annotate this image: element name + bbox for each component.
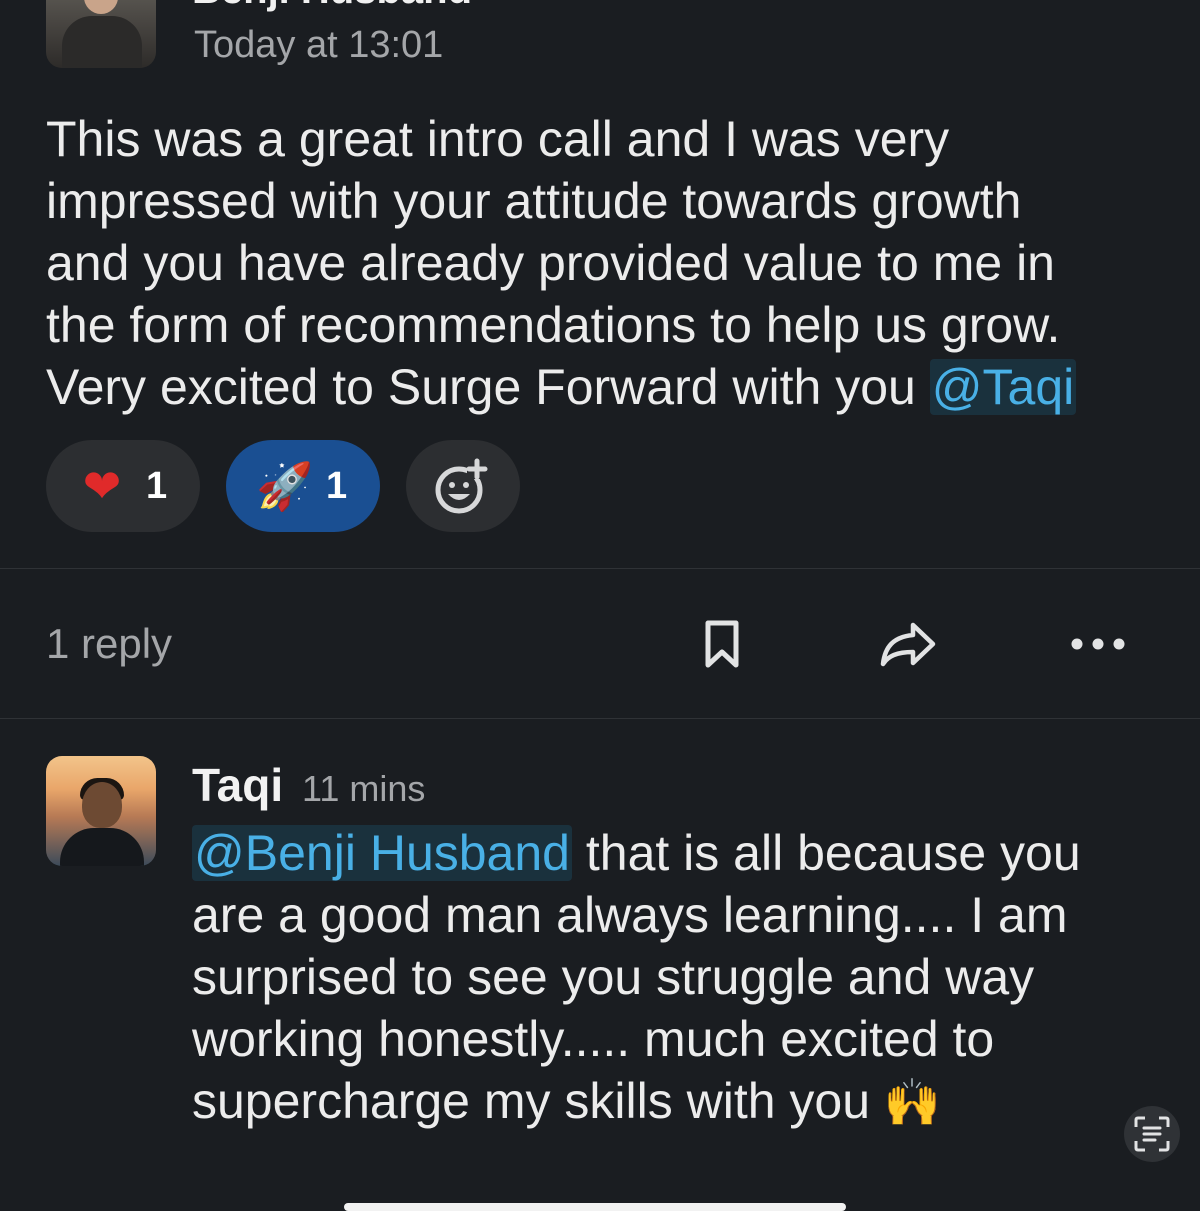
avatar-head bbox=[84, 0, 118, 14]
share-icon bbox=[880, 622, 936, 667]
heart-reaction-count: 1 bbox=[146, 464, 168, 507]
rocket-icon: 🚀 bbox=[256, 460, 314, 512]
top-message-timestamp: Today at 13:01 bbox=[194, 24, 444, 66]
benji-mention[interactable]: @Benji Husband bbox=[192, 825, 572, 881]
rocket-reaction-count: 1 bbox=[326, 464, 348, 507]
heart-icon: ❤ bbox=[82, 460, 122, 512]
reply-timestamp: 11 mins bbox=[302, 768, 426, 809]
divider bbox=[0, 568, 1200, 569]
top-message-body: This was a great intro call and I was ve… bbox=[46, 111, 1061, 415]
reply-author[interactable]: Taqi bbox=[192, 758, 283, 812]
top-message-author[interactable]: Benji Husband bbox=[192, 0, 472, 13]
more-icon bbox=[1071, 638, 1125, 650]
benji-avatar[interactable] bbox=[46, 0, 156, 68]
taqi-avatar[interactable] bbox=[46, 756, 156, 866]
more-button[interactable] bbox=[1068, 614, 1128, 674]
bookmark-button[interactable] bbox=[692, 614, 752, 674]
scan-text-button[interactable] bbox=[1124, 1106, 1180, 1162]
taqi-mention[interactable]: @Taqi bbox=[929, 359, 1077, 415]
reply-text: @Benji Husband that is all because you a… bbox=[192, 822, 1152, 1133]
divider bbox=[0, 718, 1200, 719]
home-indicator[interactable] bbox=[344, 1203, 846, 1211]
share-button[interactable] bbox=[878, 614, 938, 674]
avatar-body bbox=[60, 828, 144, 866]
rocket-reaction[interactable]: 🚀 1 bbox=[226, 440, 380, 532]
raised-hands-icon: 🙌 bbox=[883, 1076, 942, 1128]
avatar-head bbox=[82, 782, 122, 828]
reply-count-link[interactable]: 1 reply bbox=[46, 620, 172, 668]
top-message-text: This was a great intro call and I was ve… bbox=[46, 108, 1166, 418]
add-reaction-button[interactable] bbox=[406, 440, 520, 532]
bookmark-icon bbox=[705, 620, 739, 668]
add-reaction-icon bbox=[435, 458, 488, 514]
heart-reaction[interactable]: ❤ 1 bbox=[46, 440, 200, 532]
scan-text-icon bbox=[1134, 1116, 1170, 1152]
avatar-body bbox=[62, 16, 142, 68]
